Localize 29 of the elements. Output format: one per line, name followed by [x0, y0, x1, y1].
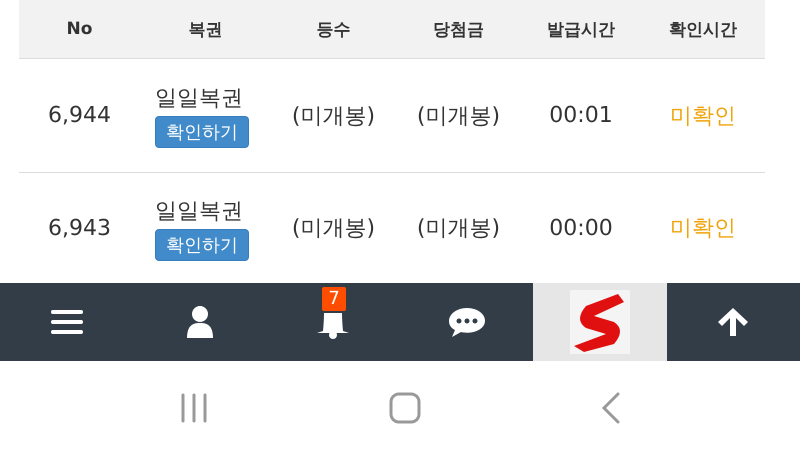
table-cell-text: (미개봉) — [290, 102, 376, 130]
status-text: 미확인 — [669, 215, 737, 243]
home-icon[interactable] — [389, 392, 421, 424]
column-header: 복권 — [188, 18, 224, 40]
table-cell-text: (미개봉) — [290, 215, 376, 243]
table-cell-text: 00:01 — [548, 103, 614, 128]
arrow-up-icon[interactable] — [717, 307, 750, 337]
chat-icon[interactable] — [448, 306, 486, 338]
column-header: 당첨금 — [432, 18, 485, 40]
check-button[interactable]: 확인하기 — [155, 228, 249, 260]
table-cell-text: 6,944 — [47, 103, 112, 128]
ticket-name: 일일복권 — [155, 198, 243, 226]
table-cell-text: (미개봉) — [416, 215, 502, 243]
table-cell-text: (미개봉) — [416, 102, 502, 130]
user-icon[interactable] — [186, 306, 214, 338]
column-header: No — [66, 19, 94, 39]
column-header: 발급시간 — [546, 18, 616, 40]
check-button[interactable]: 확인하기 — [155, 116, 249, 148]
recents-icon[interactable] — [179, 393, 209, 423]
back-icon[interactable] — [601, 392, 621, 424]
menu-icon[interactable] — [50, 308, 83, 336]
status-text: 미확인 — [669, 102, 737, 130]
column-header: 등수 — [316, 18, 352, 40]
ticket-name: 일일복권 — [155, 85, 243, 113]
table-cell-text: 6,943 — [47, 216, 112, 240]
notification-badge: 7 — [322, 287, 346, 311]
table-cell-text: 00:00 — [548, 216, 614, 240]
logo-icon[interactable] — [570, 290, 630, 354]
column-header: 확인시간 — [668, 18, 738, 40]
